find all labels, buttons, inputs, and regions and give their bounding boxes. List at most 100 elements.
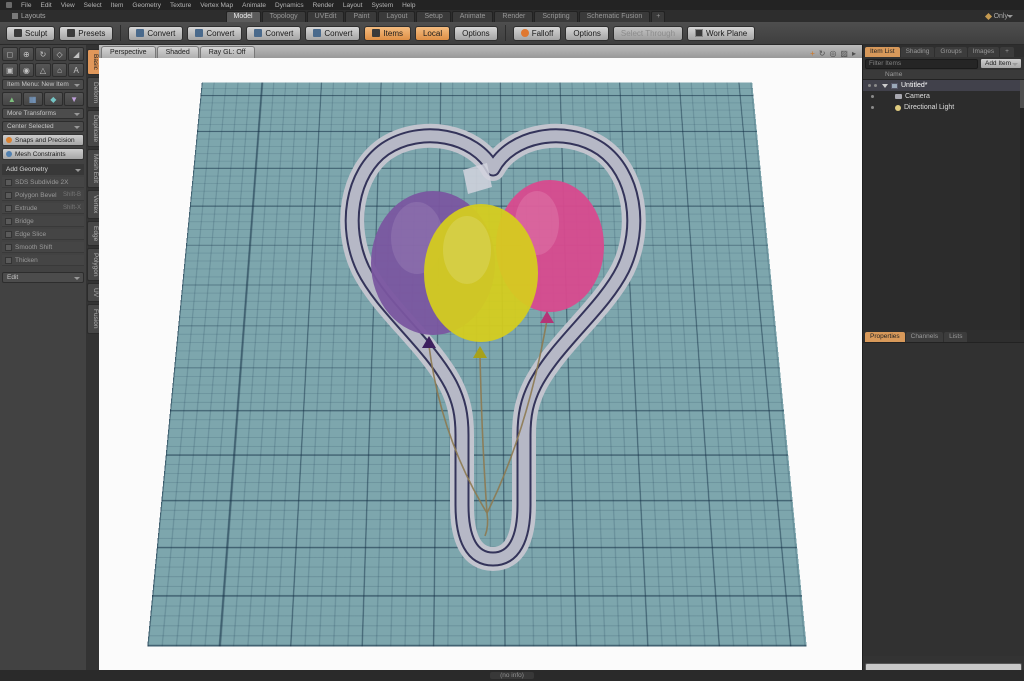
vtab-deform[interactable]: Deform	[87, 76, 99, 109]
tree-scrollbar[interactable]	[1020, 80, 1024, 331]
menu-system[interactable]: System	[371, 2, 393, 9]
convert-button-2[interactable]: Convert	[187, 25, 243, 41]
convert-button-3[interactable]: Convert	[246, 25, 302, 41]
viewport-canvas[interactable]	[99, 58, 862, 670]
thicken-tool[interactable]: Thicken	[2, 255, 84, 266]
filter-items-input[interactable]	[865, 58, 978, 69]
tab-animate[interactable]: Animate	[451, 11, 494, 22]
menu-dynamics[interactable]: Dynamics	[275, 2, 304, 9]
items-mode-button[interactable]: Items	[364, 25, 411, 41]
tab-paint[interactable]: Paint	[345, 11, 378, 22]
add-item-dropdown[interactable]: Add Item	[979, 58, 1022, 69]
tab-images[interactable]: Images	[967, 47, 1000, 57]
tree-row-scene-root[interactable]: Untitled*	[863, 80, 1024, 91]
tab-render[interactable]: Render	[494, 11, 534, 22]
grid-options-icon[interactable]: ▨	[840, 49, 848, 58]
tree-row-directional-light[interactable]: Directional Light	[863, 102, 1024, 113]
tab-item-list[interactable]: Item List	[865, 47, 900, 57]
rotate-tool-button[interactable]: ↻	[35, 47, 51, 61]
menu-view[interactable]: View	[61, 2, 75, 9]
tab-scripting[interactable]: Scripting	[534, 11, 578, 22]
work-plane-button[interactable]: Work Plane	[687, 25, 756, 41]
extrude-tool[interactable]: Extrude Shift-X	[2, 203, 84, 214]
cookie-cutter-mesh[interactable]	[340, 123, 646, 571]
action-center-button[interactable]: △	[35, 63, 51, 77]
vtab-basic[interactable]: Basic	[87, 49, 99, 75]
tab-topology[interactable]: Topology	[261, 11, 306, 22]
orbit-icon[interactable]: ↻	[819, 49, 826, 58]
more-primitives-button[interactable]: ▼	[64, 92, 84, 106]
tab-channels[interactable]: Channels	[905, 332, 944, 343]
menu-render[interactable]: Render	[313, 2, 334, 9]
expander-icon[interactable]	[882, 83, 888, 88]
tab-properties[interactable]: Properties	[865, 332, 905, 343]
menu-layout[interactable]: Layout	[343, 2, 363, 9]
local-mode-button[interactable]: Local	[414, 25, 451, 41]
falloff-tool-button[interactable]: ◉	[18, 63, 35, 77]
text-tool-button[interactable]: A	[68, 63, 84, 77]
vtab-fusion[interactable]: Fusion	[87, 304, 99, 334]
eye-icon[interactable]	[867, 84, 871, 87]
perspective-dropdown[interactable]: Perspective	[101, 46, 156, 58]
vtab-vertex[interactable]: Vertex	[87, 190, 99, 219]
tab-shading[interactable]: Shading	[900, 47, 935, 57]
transform-tool-button[interactable]: ◢	[68, 47, 84, 61]
tree-row-camera[interactable]: Camera	[863, 91, 1024, 102]
snaps-precision-button[interactable]: Snaps and Precision	[2, 134, 84, 146]
smooth-shift-tool[interactable]: Smooth Shift	[2, 242, 84, 253]
visibility-gutter[interactable]	[865, 95, 879, 98]
add-layout-tab-button[interactable]: +	[651, 11, 666, 22]
options-button-1[interactable]: Options	[454, 25, 498, 41]
tab-setup[interactable]: Setup	[416, 11, 451, 22]
vtab-polygon[interactable]: Polygon	[87, 247, 99, 282]
tab-layout[interactable]: Layout	[378, 11, 416, 22]
tree-name-header[interactable]: Name	[863, 70, 1024, 80]
vtab-mesh-edit[interactable]: Mesh Edit	[87, 149, 99, 189]
tab-model[interactable]: Model	[225, 11, 261, 22]
vtab-duplicate[interactable]: Duplicate	[87, 110, 99, 148]
sphere-primitive-button[interactable]: ◆	[43, 92, 64, 106]
menu-animate[interactable]: Animate	[242, 2, 266, 9]
convert-button-1[interactable]: Convert	[128, 25, 184, 41]
convert-button-4[interactable]: Convert	[305, 25, 361, 41]
cube-primitive-button[interactable]: ▦	[22, 92, 43, 106]
zoom-icon[interactable]: ◎	[829, 49, 836, 58]
move-tool-button[interactable]: ⊕	[18, 47, 35, 61]
vtab-edge[interactable]: Edge	[87, 220, 99, 246]
polygon-bevel-tool[interactable]: Polygon Bevel Shift-B	[2, 190, 84, 201]
expand-icon[interactable]: ▸	[852, 49, 856, 58]
visibility-gutter[interactable]	[865, 106, 879, 109]
falloff-button[interactable]: Falloff	[512, 25, 562, 41]
menu-vertex-map[interactable]: Vertex Map	[200, 2, 233, 9]
tree-scrollbar-thumb[interactable]	[1020, 80, 1024, 108]
shading-mode-dropdown[interactable]: Shaded	[156, 46, 199, 58]
select-tool-button[interactable]: ◻	[2, 47, 18, 61]
menu-edit[interactable]: Edit	[40, 2, 51, 9]
tab-groups[interactable]: Groups	[935, 47, 967, 57]
visibility-gutter[interactable]	[865, 84, 879, 87]
eye-icon[interactable]	[870, 95, 874, 98]
menu-texture[interactable]: Texture	[170, 2, 191, 9]
scale-tool-button[interactable]: ◇	[51, 47, 68, 61]
presets-button[interactable]: Presets	[59, 25, 114, 41]
tab-add-panel-button[interactable]: +	[1000, 47, 1014, 57]
select-through-button[interactable]: Select Through	[612, 25, 684, 41]
tab-schematic-fusion[interactable]: Schematic Fusion	[578, 11, 651, 22]
tab-uvedit[interactable]: UVEdit	[306, 11, 345, 22]
only-dropdown[interactable]: Only	[984, 12, 1016, 20]
edit-dropdown[interactable]: Edit	[2, 272, 84, 283]
add-geometry-header[interactable]: Add Geometry	[2, 164, 84, 175]
more-transforms-dropdown[interactable]: More Transforms	[2, 108, 84, 119]
eye-icon[interactable]	[870, 106, 874, 109]
element-move-button[interactable]: ▣	[2, 63, 18, 77]
tab-lists[interactable]: Lists	[944, 332, 968, 343]
layouts-label[interactable]: Layouts	[12, 13, 46, 20]
sculpt-button[interactable]: Sculpt	[6, 25, 56, 41]
menu-select[interactable]: Select	[84, 2, 102, 9]
menu-item[interactable]: Item	[111, 2, 124, 9]
menu-help[interactable]: Help	[402, 2, 415, 9]
cone-primitive-button[interactable]: ▲	[2, 92, 22, 106]
mesh-constraints-button[interactable]: Mesh Constraints	[2, 148, 84, 160]
pan-icon[interactable]: +	[810, 49, 815, 58]
bridge-tool[interactable]: Bridge	[2, 216, 84, 227]
